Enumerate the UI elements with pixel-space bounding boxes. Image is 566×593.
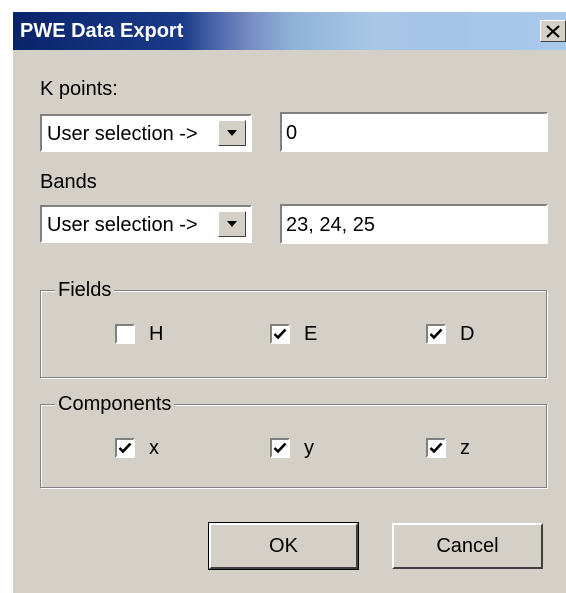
components-group: Components x y z — [40, 392, 547, 488]
bands-input-value: 23, 24, 25 — [286, 214, 375, 236]
field-e-label: E — [304, 323, 318, 345]
kpoints-mode-value: User selection -> — [47, 123, 198, 145]
component-y-checkbox[interactable]: y — [270, 435, 314, 461]
check-icon — [429, 442, 443, 454]
components-group-title: Components — [55, 392, 175, 416]
kpoints-input-value: 0 — [286, 122, 298, 144]
component-z-checkbox[interactable]: z — [426, 435, 470, 461]
check-icon — [118, 442, 132, 454]
fields-group-title: Fields — [55, 278, 115, 302]
window-title: PWE Data Export — [20, 20, 184, 42]
checkbox-box[interactable] — [270, 324, 290, 344]
close-icon — [546, 24, 560, 38]
check-icon — [429, 328, 443, 340]
component-z-label: z — [460, 437, 470, 459]
bands-mode-select[interactable]: User selection -> — [40, 205, 252, 243]
component-y-label: y — [304, 437, 314, 459]
checkbox-box[interactable] — [115, 324, 135, 344]
dropdown-arrow-icon — [227, 221, 237, 227]
pwe-data-export-dialog: PWE Data Export K points: User selection… — [13, 12, 566, 593]
bands-input[interactable]: 23, 24, 25 — [280, 204, 548, 244]
title-bar[interactable]: PWE Data Export — [13, 12, 566, 50]
ok-button[interactable]: OK — [208, 522, 359, 570]
component-x-label: x — [149, 437, 159, 459]
checkbox-box[interactable] — [426, 438, 446, 458]
bands-dropdown-button[interactable] — [218, 211, 246, 237]
fields-group: Fields H E D — [40, 278, 547, 378]
checkbox-box[interactable] — [426, 324, 446, 344]
field-d-checkbox[interactable]: D — [426, 321, 474, 347]
checkbox-box[interactable] — [115, 438, 135, 458]
field-d-label: D — [460, 323, 475, 345]
kpoints-input[interactable]: 0 — [280, 112, 548, 152]
check-icon — [273, 442, 287, 454]
kpoints-mode-select[interactable]: User selection -> — [40, 114, 252, 152]
field-e-checkbox[interactable]: E — [270, 321, 317, 347]
component-x-checkbox[interactable]: x — [115, 435, 159, 461]
kpoints-dropdown-button[interactable] — [218, 120, 246, 146]
checkbox-box[interactable] — [270, 438, 290, 458]
field-h-checkbox[interactable]: H — [115, 321, 163, 347]
field-h-label: H — [149, 323, 164, 345]
bands-mode-value: User selection -> — [47, 214, 198, 236]
cancel-button[interactable]: Cancel — [392, 523, 543, 569]
dropdown-arrow-icon — [227, 130, 237, 136]
check-icon — [273, 328, 287, 340]
close-button[interactable] — [540, 20, 566, 42]
bands-label: Bands — [40, 171, 97, 193]
kpoints-label: K points: — [40, 78, 118, 100]
